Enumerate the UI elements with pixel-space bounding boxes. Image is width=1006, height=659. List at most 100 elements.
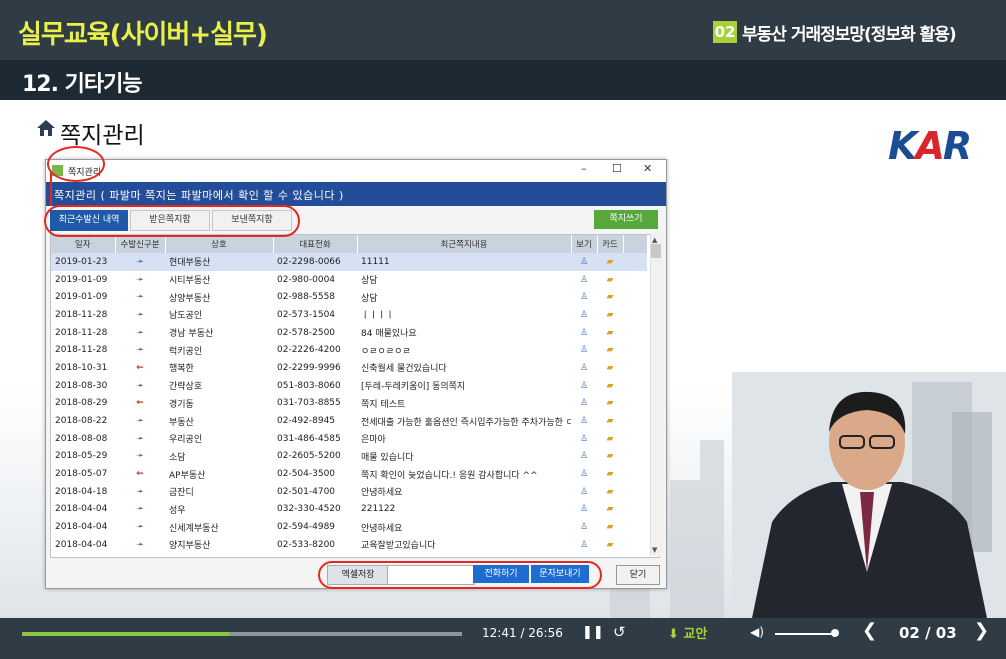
annotation-circle-tabs — [44, 205, 300, 237]
view-profile-icon[interactable]: ♙ — [571, 554, 597, 557]
view-profile-icon[interactable]: ♙ — [571, 448, 597, 466]
cell-date: 2019-01-09 — [55, 292, 108, 303]
table-row[interactable]: 2018-10-31 ⇜ 행복한 02-2299-9996 신축월세 물건있습니다 ♙ ▰ — [51, 359, 647, 377]
column-header-phone[interactable]: 대표전화 — [273, 235, 358, 253]
column-header-date[interactable]: 일자 — [51, 235, 116, 253]
view-profile-icon[interactable]: ♙ — [571, 483, 597, 501]
table-scrollbar[interactable] — [650, 234, 663, 556]
next-page-icon[interactable]: ❯ — [974, 620, 989, 641]
received-icon: ➛ — [136, 309, 144, 320]
scroll-down-icon[interactable]: ▼ — [652, 546, 657, 554]
view-profile-icon[interactable]: ♙ — [571, 253, 597, 271]
cell-name: 상양부동산 — [169, 293, 211, 304]
cell-phone: 02-492-8945 — [277, 416, 336, 427]
card-folder-icon[interactable]: ▰ — [597, 359, 623, 377]
table-row[interactable]: 2019-01-09 ➛ 상양부동산 02-988-5558 상담 ♙ ▰ — [51, 288, 647, 306]
table-row[interactable]: 2018-11-28 ➛ 남도공인 02-573-1504 ㅣㅣㅣㅣ ♙ ▰ — [51, 306, 647, 324]
volume-slider[interactable] — [775, 633, 835, 635]
card-folder-icon[interactable]: ▰ — [597, 306, 623, 324]
previous-page-icon[interactable]: ❮ — [862, 620, 877, 641]
table-row[interactable]: 2018-05-29 ➛ 소담 02-2605-5200 매물 있습니다 ♙ ▰ — [51, 448, 647, 466]
view-profile-icon[interactable]: ♙ — [571, 395, 597, 413]
close-window-button[interactable]: 닫기 — [616, 565, 660, 585]
view-profile-icon[interactable]: ♙ — [571, 288, 597, 306]
volume-knob[interactable] — [831, 629, 839, 637]
view-profile-icon[interactable]: ♙ — [571, 324, 597, 342]
cell-date: 2019-01-09 — [55, 274, 108, 285]
view-profile-icon[interactable]: ♙ — [571, 465, 597, 483]
view-profile-icon[interactable]: ♙ — [571, 430, 597, 448]
cell-phone: 02-538-1482 — [273, 554, 357, 557]
cell-direction: ➛ — [115, 377, 165, 395]
card-folder-icon[interactable]: ▰ — [597, 501, 623, 519]
table-row[interactable]: 2018-04-18 ➛ 금잔디 02-501-4700 안녕하세요 ♙ ▰ — [51, 483, 647, 501]
card-folder-icon[interactable]: ▰ — [597, 448, 623, 466]
table-row[interactable]: 2018-11-28 ➛ 경남 부동산 02-578-2500 84 매물있나요 ♙ ▰ — [51, 324, 647, 342]
table-row[interactable]: 2018-08-30 ➛ 간략상호 051-803-8060 [두레-두레키움이] 동의… — [51, 377, 647, 395]
card-folder-icon[interactable]: ▰ — [597, 465, 623, 483]
sent-icon: ⇜ — [136, 398, 144, 409]
view-profile-icon[interactable]: ♙ — [571, 536, 597, 554]
view-profile-icon[interactable]: ♙ — [571, 359, 597, 377]
table-row[interactable]: 2018-04-04 ➛ 성우 032-330-4520 221122 ♙ ▰ — [51, 501, 647, 519]
table-row[interactable]: 2019-01-23 ➛ 현대부동산 02-2298-0066 11111 ♙ ▰ — [51, 253, 647, 271]
card-folder-icon[interactable]: ▰ — [597, 412, 623, 430]
cell-phone: 02-988-5558 — [277, 292, 336, 303]
column-header-card[interactable]: 카드 — [597, 235, 624, 253]
card-folder-icon[interactable]: ▰ — [597, 288, 623, 306]
replay-icon[interactable]: ↺ — [613, 623, 626, 641]
column-header-direction[interactable]: 수발신구분 — [115, 235, 166, 253]
download-notes-button[interactable]: ⬇ 교안 — [668, 623, 707, 642]
column-header-name[interactable]: 상호 — [165, 235, 274, 253]
card-folder-icon[interactable]: ▰ — [597, 518, 623, 536]
window-titlebar[interactable] — [46, 160, 666, 182]
table-row[interactable]: 2018-08-29 ⇜ 경기동 031-703-8855 쪽지 테스트 ♙ ▰ — [51, 395, 647, 413]
column-header-view[interactable]: 보기 — [571, 235, 598, 253]
card-folder-icon[interactable]: ▰ — [597, 430, 623, 448]
cell-phone: 031-486-4585 — [277, 433, 341, 444]
table-row[interactable]: 2019-01-09 ➛ 시티부동산 02-980-0004 상담 ♙ ▰ — [51, 271, 647, 289]
write-message-button[interactable]: 쪽지쓰기 — [594, 210, 658, 229]
minimize-icon[interactable]: – — [581, 162, 587, 175]
cell-name: 현대부동산 — [165, 253, 273, 271]
volume-icon[interactable]: ◀) — [750, 625, 764, 639]
view-profile-icon[interactable]: ♙ — [571, 377, 597, 395]
card-folder-icon[interactable]: ▰ — [597, 483, 623, 501]
card-folder-icon[interactable]: ▰ — [597, 395, 623, 413]
card-folder-icon[interactable]: ▰ — [597, 253, 623, 271]
table-row[interactable]: 2018-08-08 ➛ 우리공인 031-486-4585 은마아 ♙ ▰ — [51, 430, 647, 448]
received-icon: ➛ — [136, 327, 144, 338]
view-profile-icon[interactable]: ♙ — [571, 341, 597, 359]
card-folder-icon[interactable]: ▰ — [597, 536, 623, 554]
table-row[interactable]: 2018-05-07 ⇜ AP부동산 02-504-3500 쪽지 확인이 늦었습니다.… — [51, 465, 647, 483]
cell-date: 2018-11-28 — [55, 345, 108, 356]
table-row[interactable]: 2018-11-28 ➛ 럭키공인 02-2226-4200 ㅇㄹㅇㄹㅇㄹ ♙ ▰ — [51, 341, 647, 359]
view-profile-icon[interactable]: ♙ — [571, 306, 597, 324]
view-profile-icon[interactable]: ♙ — [571, 412, 597, 430]
table-row[interactable]: 2018-08-22 ➛ 부동산 02-492-8945 전세대출 가능한 훌옵션인 즉… — [51, 412, 647, 430]
window-header-text: 쪽지관리 ( 파발마 쪽지는 파발마에서 확인 할 수 있습니다 ) — [54, 189, 344, 202]
pause-icon[interactable]: ❚❚ — [582, 625, 604, 640]
cell-message: 안녕하세요 — [361, 523, 403, 534]
table-row[interactable]: 2018-04-04➛경제공인02-538-14821111222♙▰ — [51, 554, 647, 557]
view-profile-icon[interactable]: ♙ — [571, 501, 597, 519]
cell-date: 2018-04-04 — [55, 539, 108, 550]
row-spacer — [623, 253, 647, 271]
scrollbar-thumb[interactable] — [651, 244, 661, 258]
card-folder-icon[interactable]: ▰ — [597, 341, 623, 359]
view-profile-icon[interactable]: ♙ — [571, 518, 597, 536]
table-row[interactable]: 2018-04-04 ➛ 양지부동산 02-533-8200 교육잘받고있습니다 ♙ ▰ — [51, 536, 647, 554]
close-icon[interactable]: ✕ — [643, 162, 652, 175]
card-folder-icon[interactable]: ▰ — [597, 377, 623, 395]
cell-date: 2018-11-28 — [55, 327, 108, 338]
cell-message: 221122 — [361, 504, 396, 515]
table-row[interactable]: 2018-04-04 ➛ 신세계부동산 02-594-4989 안녕하세요 ♙ ▰ — [51, 518, 647, 536]
view-profile-icon[interactable]: ♙ — [571, 271, 597, 289]
column-header-message[interactable]: 최근쪽지내용 — [357, 235, 572, 253]
card-folder-icon[interactable]: ▰ — [597, 271, 623, 289]
scroll-up-icon[interactable]: ▲ — [652, 236, 657, 244]
maximize-icon[interactable]: ☐ — [612, 162, 622, 175]
card-folder-icon[interactable]: ▰ — [597, 554, 623, 557]
cell-direction: ➛ — [115, 501, 165, 519]
card-folder-icon[interactable]: ▰ — [597, 324, 623, 342]
